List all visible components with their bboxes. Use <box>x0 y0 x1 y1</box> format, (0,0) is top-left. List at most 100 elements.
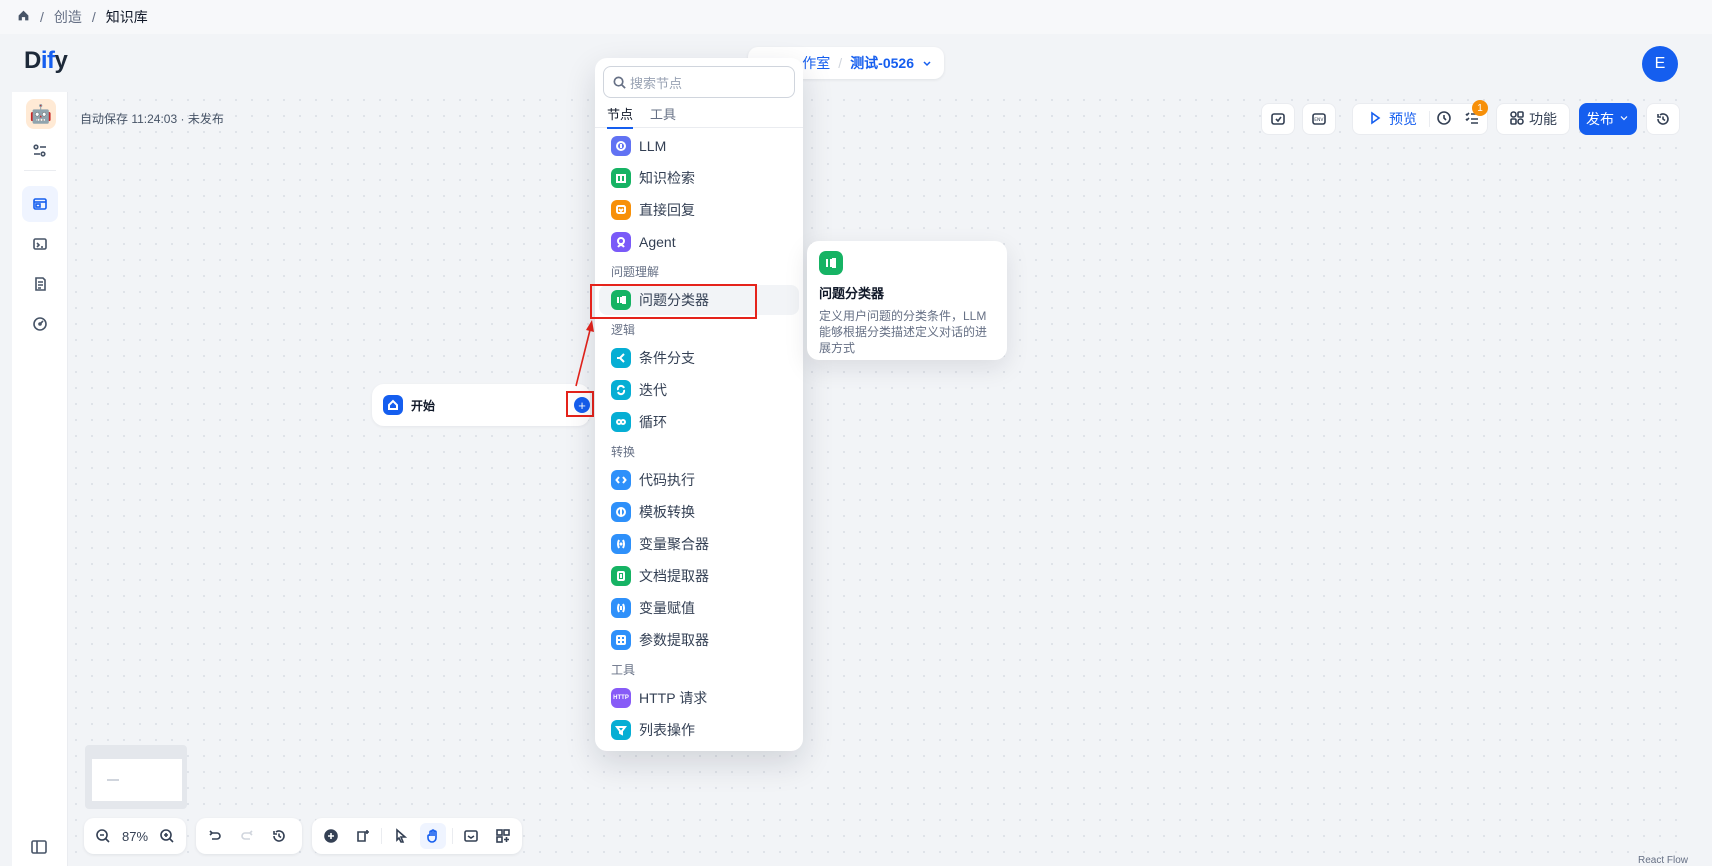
breadcrumb-create[interactable]: 创造 <box>54 7 82 27</box>
minimap[interactable] <box>85 745 187 809</box>
start-node[interactable]: 开始 <box>372 384 590 426</box>
svg-text:ENV: ENV <box>1314 117 1324 123</box>
node-item-label: 知识检索 <box>639 170 695 186</box>
collapse-sidebar-icon[interactable] <box>30 838 50 858</box>
hand-icon[interactable] <box>420 823 446 849</box>
avatar[interactable]: E <box>1642 46 1678 82</box>
node-item-label: 条件分支 <box>639 350 695 366</box>
add-node-icon[interactable] <box>318 823 344 849</box>
sidebar-divider <box>24 170 56 171</box>
node-item-if-else[interactable]: 条件分支 <box>595 343 803 373</box>
node-item-template[interactable]: 模板转换 <box>595 497 803 527</box>
logs-icon[interactable] <box>22 266 58 302</box>
breadcrumb-separator: / <box>40 9 44 25</box>
app-name[interactable]: 测试-0526 <box>850 53 914 73</box>
variable-aggregator-icon <box>611 534 631 554</box>
add-note-icon[interactable] <box>350 823 376 849</box>
group-label-tools: 工具 <box>611 663 636 677</box>
env-variables-button[interactable]: ENV <box>1302 103 1336 135</box>
node-item-answer[interactable]: 直接回复 <box>595 195 803 225</box>
node-item-label: 迭代 <box>639 382 667 398</box>
run-history-icon[interactable] <box>1436 110 1452 129</box>
node-item-label: 文档提取器 <box>639 568 709 584</box>
search-icon <box>613 76 626 89</box>
node-item-assigner[interactable]: 变量赋值 <box>595 593 803 623</box>
features-button[interactable]: 功能 <box>1496 103 1570 135</box>
app-sidebar: 🤖 <box>12 92 68 866</box>
node-item-doc-extractor[interactable]: 文档提取器 <box>595 561 803 591</box>
node-item-label: 模板转换 <box>639 504 695 520</box>
node-item-parameter-extractor[interactable]: 参数提取器 <box>595 625 803 655</box>
zoom-level[interactable]: 87% <box>122 829 148 844</box>
answer-icon <box>611 200 631 220</box>
toolbar-divider <box>1429 111 1430 127</box>
organize-blocks-icon[interactable] <box>490 823 516 849</box>
canvas-tools <box>312 818 522 854</box>
question-classifier-icon <box>819 251 843 275</box>
home-icon[interactable] <box>17 9 30 25</box>
node-item-iteration[interactable]: 迭代 <box>595 375 803 405</box>
workspace-separator: / <box>838 55 843 71</box>
node-item-code[interactable]: 代码执行 <box>595 465 803 495</box>
preview-group: 预览 <box>1352 103 1488 135</box>
export-image-icon[interactable] <box>459 823 485 849</box>
breadcrumb-knowledge[interactable]: 知识库 <box>106 7 148 27</box>
react-flow-attribution[interactable]: React Flow <box>1638 855 1688 866</box>
node-item-label: 参数提取器 <box>639 632 709 648</box>
code-icon <box>611 470 631 490</box>
version-history-button[interactable] <box>1646 103 1680 135</box>
node-item-label: 列表操作 <box>639 722 695 738</box>
search-input[interactable]: 搜索节点 <box>603 66 795 98</box>
annotation-arrow <box>575 320 594 387</box>
picker-tabs: 节点 工具 <box>595 100 803 129</box>
group-label-transform: 转换 <box>611 445 636 459</box>
loop-icon <box>611 412 631 432</box>
publish-button[interactable]: 发布 <box>1579 103 1637 135</box>
zoom-in-icon[interactable] <box>154 823 180 849</box>
node-item-http[interactable]: HTTP HTTP 请求 <box>595 683 803 713</box>
chevron-down-icon <box>922 55 932 71</box>
zoom-out-icon[interactable] <box>90 823 116 849</box>
template-icon <box>611 502 631 522</box>
settings-sliders-icon[interactable] <box>22 133 58 169</box>
node-item-label: 代码执行 <box>639 472 695 488</box>
knowledge-retrieval-icon <box>611 168 631 188</box>
node-item-loop[interactable]: 循环 <box>595 407 803 437</box>
node-item-variable-aggregator[interactable]: 变量聚合器 <box>595 529 803 559</box>
monitoring-icon[interactable] <box>22 306 58 342</box>
http-icon: HTTP <box>611 688 631 708</box>
node-item-knowledge-retrieval[interactable]: 知识检索 <box>595 163 803 193</box>
play-icon <box>1367 110 1383 129</box>
node-tooltip: 问题分类器 定义用户问题的分类条件，LLM 能够根据分类描述定义对话的进展方式 <box>807 241 1007 360</box>
workflow-canvas[interactable] <box>68 92 1690 866</box>
env-check-button[interactable] <box>1261 103 1295 135</box>
api-access-icon[interactable] <box>22 226 58 262</box>
history-icon[interactable] <box>266 823 292 849</box>
node-item-label: 变量赋值 <box>639 600 695 616</box>
app-avatar-icon[interactable]: 🤖 <box>26 99 56 129</box>
preview-button[interactable]: 预览 <box>1389 109 1417 129</box>
orchestrate-icon[interactable] <box>22 186 58 222</box>
node-item-label: HTTP 请求 <box>639 690 708 706</box>
tab-tools[interactable]: 工具 <box>650 104 676 123</box>
doc-extractor-icon <box>611 566 631 586</box>
breadcrumb: / 创造 / 知识库 <box>0 0 1712 34</box>
node-item-label: LLM <box>639 138 667 154</box>
node-item-label: 变量聚合器 <box>639 536 709 552</box>
iteration-icon <box>611 380 631 400</box>
undo-icon[interactable] <box>202 823 228 849</box>
redo-icon[interactable] <box>234 823 260 849</box>
minimap-node <box>92 759 182 801</box>
node-item-label: Agent <box>639 234 676 250</box>
node-item-llm[interactable]: LLM <box>595 131 803 161</box>
workspace-name[interactable]: 作室 <box>802 53 830 73</box>
group-label-understanding: 问题理解 <box>611 265 660 279</box>
features-label: 功能 <box>1529 111 1557 127</box>
autosave-status: 自动保存 11:24:03 · 未发布 <box>80 112 224 126</box>
dify-logo[interactable]: Dify <box>24 47 68 75</box>
tab-nodes[interactable]: 节点 <box>607 104 634 129</box>
history-controls <box>196 818 302 854</box>
node-item-agent[interactable]: Agent <box>595 227 803 257</box>
node-item-list-operator[interactable]: 列表操作 <box>595 715 803 745</box>
pointer-icon[interactable] <box>388 823 414 849</box>
